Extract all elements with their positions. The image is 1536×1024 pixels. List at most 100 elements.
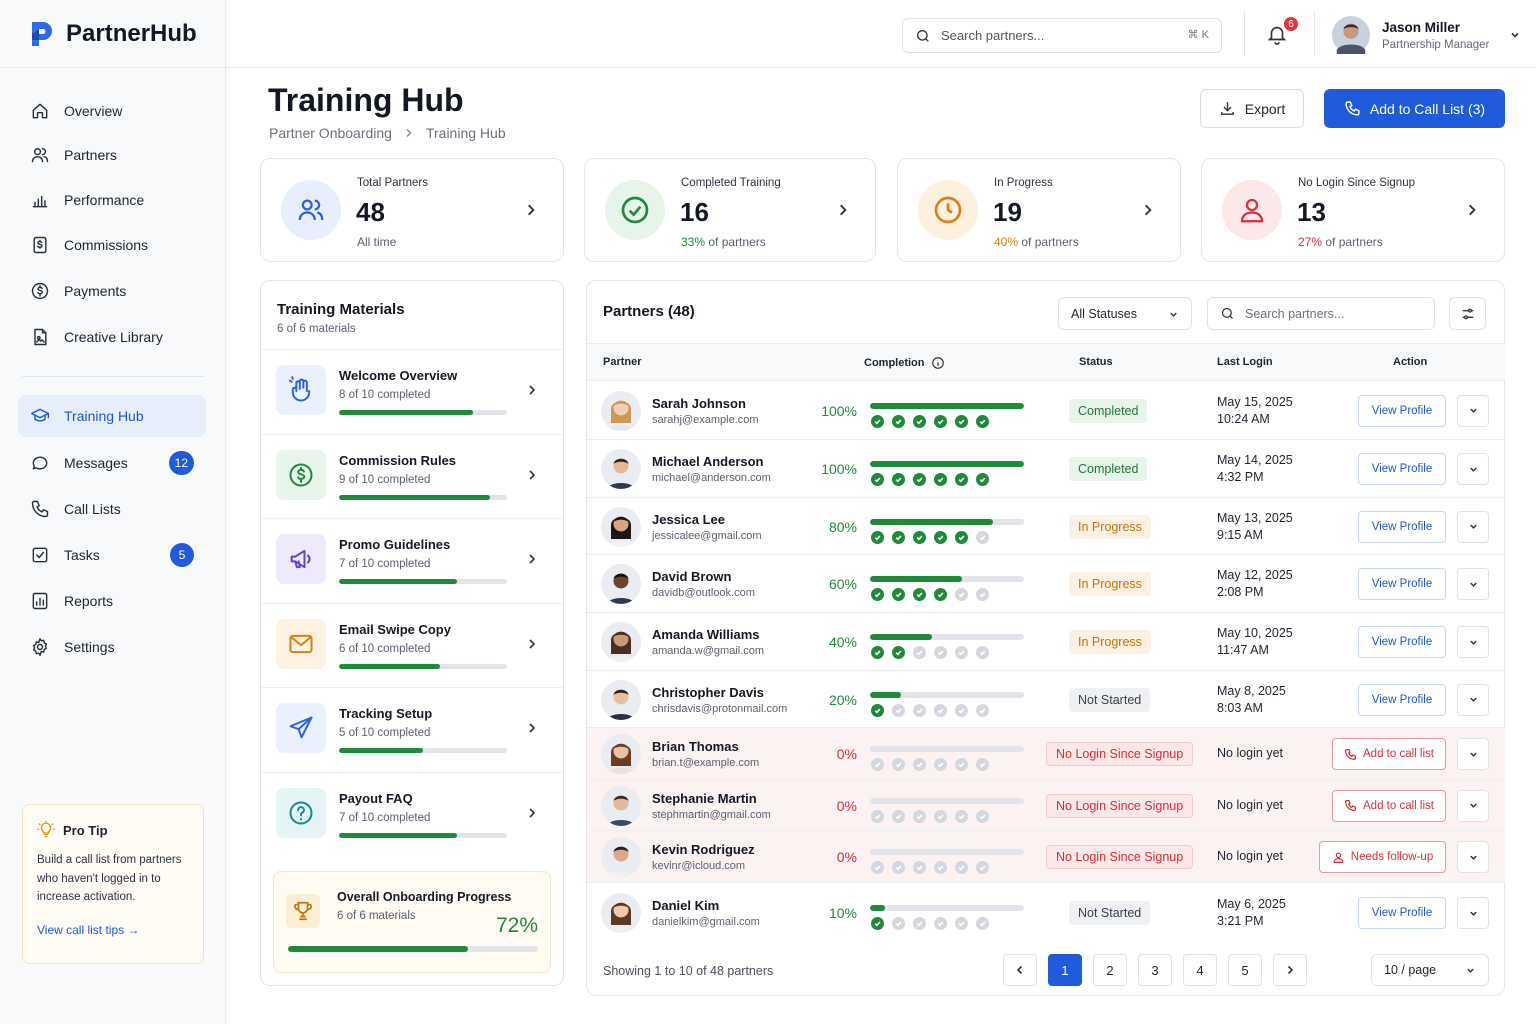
check-dot-icon bbox=[934, 473, 947, 486]
sidebar-item-overview[interactable]: Overview bbox=[18, 90, 206, 132]
sidebar-item-creative-library[interactable]: Creative Library bbox=[18, 316, 206, 358]
breadcrumb-item[interactable]: Partner Onboarding bbox=[269, 125, 392, 141]
row-menu-button[interactable] bbox=[1457, 568, 1489, 600]
stat-label: No Login Since Signup bbox=[1298, 177, 1415, 189]
user-name: Jason Miller bbox=[1382, 19, 1461, 35]
view-profile-button[interactable]: View Profile bbox=[1358, 626, 1446, 658]
sidebar-item-tasks[interactable]: Tasks 5 bbox=[18, 534, 206, 576]
user-icon bbox=[1332, 851, 1345, 864]
pending-dot-icon bbox=[934, 758, 947, 771]
page-button-5[interactable]: 5 bbox=[1228, 954, 1262, 986]
table-row[interactable]: Sarah Johnson sarahj@example.com 100% Co… bbox=[587, 380, 1505, 439]
stat-card-total-partners[interactable]: Total Partners 48 All time bbox=[260, 158, 564, 262]
partner-avatar bbox=[601, 785, 641, 826]
sidebar-item-partners[interactable]: Partners bbox=[18, 134, 206, 176]
chevron-down-icon bbox=[1468, 405, 1479, 416]
view-profile-button[interactable]: View Profile bbox=[1358, 897, 1446, 929]
sidebar-item-training-hub[interactable]: Training Hub bbox=[18, 395, 206, 437]
table-row[interactable]: Amanda Williams amanda.w@gmail.com 40% I… bbox=[587, 612, 1505, 670]
user-icon bbox=[1222, 180, 1282, 240]
completion-percent: 0% bbox=[836, 797, 857, 814]
sidebar-item-payments[interactable]: Payments bbox=[18, 270, 206, 312]
row-menu-button[interactable] bbox=[1457, 789, 1489, 822]
stat-sub-text: All time bbox=[357, 235, 397, 249]
page-button-4[interactable]: 4 bbox=[1183, 954, 1217, 986]
call-list-tips-link[interactable]: View call list tips → bbox=[37, 923, 189, 937]
training-material-item[interactable]: Promo Guidelines 7 of 10 completed bbox=[261, 518, 563, 602]
table-row[interactable]: Brian Thomas brian.t@example.com 0% No L… bbox=[587, 727, 1505, 779]
training-material-item[interactable]: Welcome Overview 8 of 10 completed bbox=[261, 349, 563, 433]
add-to-call-list-row-button[interactable]: Add to call list bbox=[1332, 789, 1446, 822]
global-search-input[interactable]: Search partners... ⌘ K bbox=[902, 18, 1222, 53]
last-login: May 13, 2025 9:15 AM bbox=[1217, 510, 1293, 544]
sidebar-item-performance[interactable]: Performance bbox=[18, 179, 206, 221]
table-row[interactable]: Christopher Davis chrisdavis@protonmail.… bbox=[587, 670, 1505, 727]
view-profile-button[interactable]: View Profile bbox=[1358, 568, 1446, 600]
status-filter-select[interactable]: All Statuses bbox=[1058, 297, 1192, 330]
add-to-call-list-row-button[interactable]: Add to call list bbox=[1332, 738, 1446, 770]
completion-bar bbox=[870, 746, 1024, 752]
action-label: View Profile bbox=[1371, 520, 1433, 533]
row-menu-button[interactable] bbox=[1457, 510, 1489, 543]
checkbox-icon bbox=[30, 545, 50, 565]
table-row[interactable]: Stephanie Martin stephmartin@gmail.com 0… bbox=[587, 779, 1505, 830]
prev-page-button[interactable] bbox=[1003, 954, 1037, 986]
row-menu-button[interactable] bbox=[1457, 683, 1489, 716]
table-row[interactable]: Daniel Kim danielkim@gmail.com 10% Not S… bbox=[587, 882, 1505, 942]
training-material-item[interactable]: Tracking Setup 5 of 10 completed bbox=[261, 687, 563, 771]
stat-card-completed-training[interactable]: Completed Training 16 33% of partners bbox=[584, 158, 876, 262]
page-size-select[interactable]: 10 / page bbox=[1371, 954, 1489, 986]
row-menu-button[interactable] bbox=[1457, 841, 1489, 873]
row-menu-button[interactable] bbox=[1457, 897, 1489, 929]
stat-card-in-progress[interactable]: In Progress 19 40% of partners bbox=[897, 158, 1181, 262]
sidebar-item-reports[interactable]: Reports bbox=[18, 580, 206, 622]
view-profile-button[interactable]: View Profile bbox=[1358, 510, 1446, 543]
partner-name: Brian Thomas bbox=[652, 739, 739, 754]
next-page-button[interactable] bbox=[1273, 954, 1307, 986]
page-button-2[interactable]: 2 bbox=[1093, 954, 1127, 986]
material-name: Tracking Setup bbox=[339, 706, 433, 721]
export-button[interactable]: Export bbox=[1200, 89, 1304, 128]
needs-follow-up-button[interactable]: Needs follow-up bbox=[1319, 841, 1446, 873]
add-to-call-list-button[interactable]: Add to Call List (3) bbox=[1324, 89, 1505, 128]
page-button-3[interactable]: 3 bbox=[1138, 954, 1172, 986]
training-material-item[interactable]: Commission Rules 9 of 10 completed bbox=[261, 433, 563, 518]
completion-percent: 0% bbox=[836, 849, 857, 865]
sidebar-item-call-lists[interactable]: Call Lists bbox=[18, 488, 206, 530]
chevron-right-icon bbox=[527, 722, 537, 734]
training-material-item[interactable]: Payout FAQ 7 of 10 completed bbox=[261, 771, 563, 856]
stat-card-no-login-since-signup[interactable]: No Login Since Signup 13 27% of partners bbox=[1201, 158, 1505, 262]
sidebar-item-commissions[interactable]: Commissions bbox=[18, 224, 206, 266]
table-row[interactable]: Jessica Lee jessicalee@gmail.com 80% In … bbox=[587, 497, 1505, 554]
check-dot-icon bbox=[871, 473, 884, 486]
info-icon[interactable] bbox=[931, 356, 945, 370]
row-menu-button[interactable] bbox=[1457, 394, 1489, 427]
partner-search-input[interactable]: Search partners... bbox=[1207, 297, 1435, 330]
partner-name: Daniel Kim bbox=[652, 898, 720, 913]
row-menu-button[interactable] bbox=[1457, 738, 1489, 770]
brand[interactable]: PartnerHub bbox=[0, 0, 225, 68]
table-row[interactable]: Michael Anderson michael@anderson.com 10… bbox=[587, 439, 1505, 497]
view-profile-button[interactable]: View Profile bbox=[1358, 453, 1446, 485]
check-dot-icon bbox=[871, 646, 884, 659]
row-menu-button[interactable] bbox=[1457, 453, 1489, 485]
filter-settings-button[interactable] bbox=[1449, 297, 1486, 330]
partner-email: chrisdavis@protonmail.com bbox=[652, 702, 788, 715]
training-material-item[interactable]: Email Swipe Copy 6 of 10 completed bbox=[261, 602, 563, 687]
topbar-divider bbox=[1314, 12, 1315, 56]
view-profile-button[interactable]: View Profile bbox=[1358, 394, 1446, 427]
graduation-cap-icon bbox=[30, 406, 50, 426]
completion-bar bbox=[870, 849, 1024, 855]
partner-email: michael@anderson.com bbox=[652, 472, 771, 484]
page-button-1[interactable]: 1 bbox=[1048, 954, 1082, 986]
row-menu-button[interactable] bbox=[1457, 626, 1489, 658]
view-profile-button[interactable]: View Profile bbox=[1358, 683, 1446, 716]
user-menu[interactable]: Jason Miller Partnership Manager bbox=[1332, 16, 1521, 54]
material-progress-bar bbox=[339, 494, 507, 500]
material-progress-text: 9 of 10 completed bbox=[339, 473, 431, 486]
table-row[interactable]: Kevin Rodriguez kevinr@icloud.com 0% No … bbox=[587, 830, 1505, 882]
table-row[interactable]: David Brown davidb@outlook.com 60% In Pr… bbox=[587, 554, 1505, 612]
check-dot-icon bbox=[955, 414, 968, 428]
sidebar-item-settings[interactable]: Settings bbox=[18, 626, 206, 668]
sidebar-item-messages[interactable]: Messages 12 bbox=[18, 442, 206, 484]
